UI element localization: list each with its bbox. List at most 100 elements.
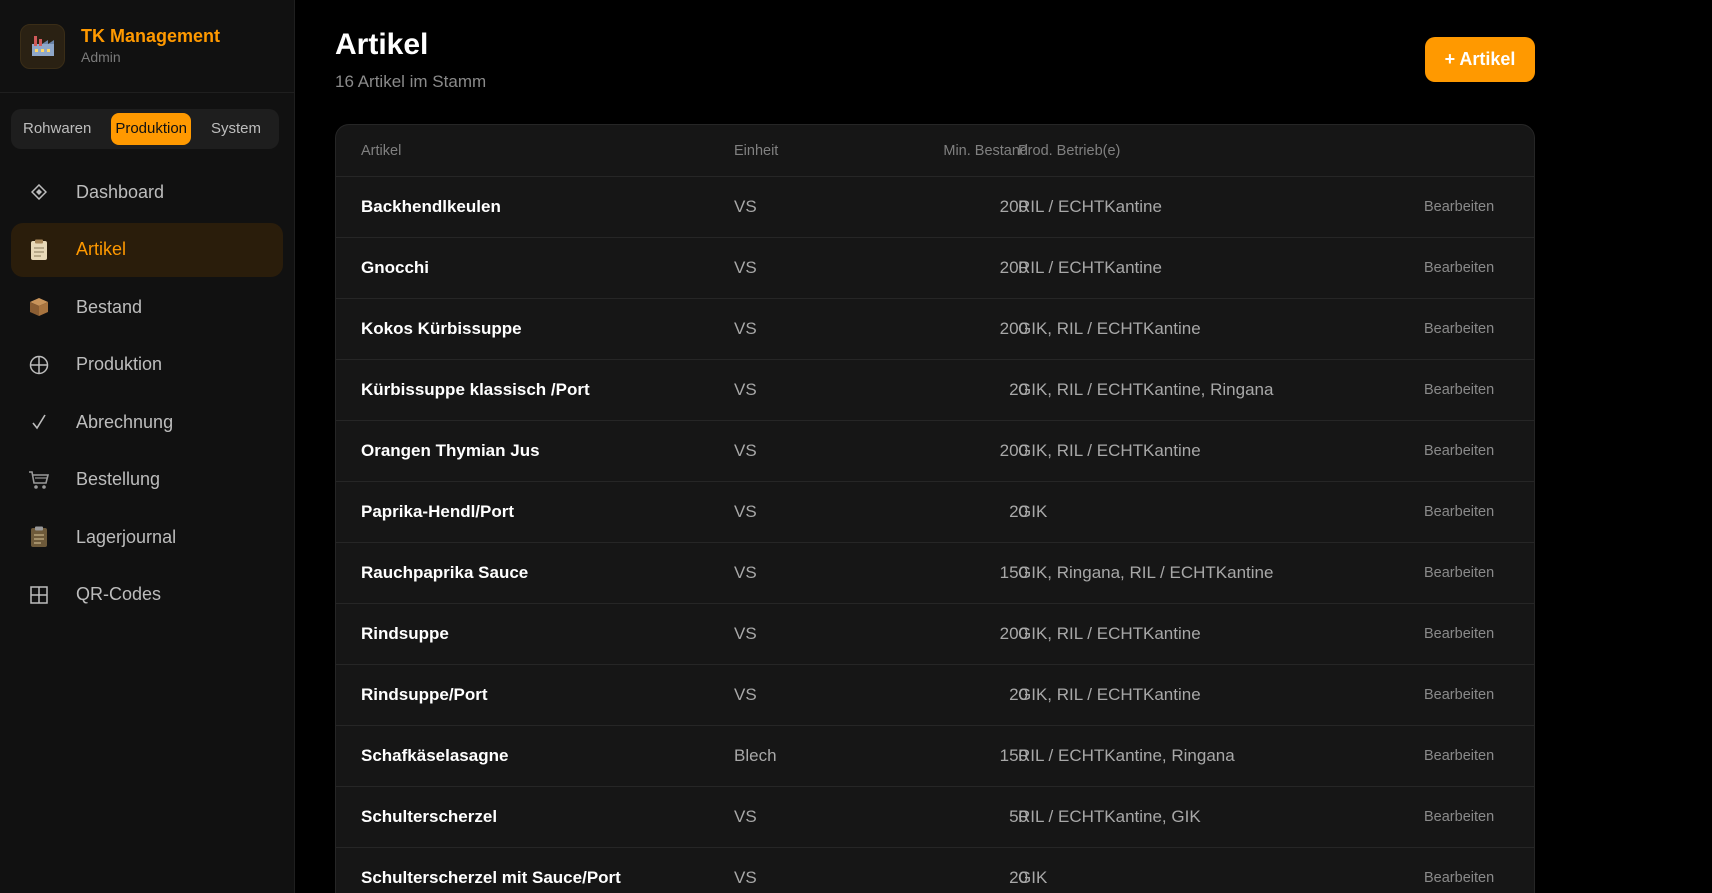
edit-button[interactable]: Bearbeiten [1424, 482, 1494, 542]
column-header-artikel[interactable]: Artikel [361, 125, 401, 176]
sidebar-item-bestellung[interactable]: Bestellung [11, 453, 283, 507]
cell-prod-betrieb: RIL / ECHTKantine, GIK [1018, 807, 1201, 826]
sidebar-item-label: Lagerjournal [76, 526, 177, 547]
cell-min-bestand: 200 [999, 319, 1028, 338]
diamond-icon [27, 180, 51, 204]
grid-icon [27, 583, 51, 607]
cell-einheit: VS [734, 624, 757, 643]
sidebar-item-abrechnung[interactable]: Abrechnung [11, 395, 283, 449]
edit-button[interactable]: Bearbeiten [1424, 726, 1494, 786]
cell-prod-betrieb: GIK, RIL / ECHTKantine [1018, 685, 1201, 704]
edit-button[interactable]: Bearbeiten [1424, 238, 1494, 298]
globe-icon [27, 353, 51, 377]
cell-min-bestand: 20 [1009, 868, 1028, 887]
page-subtitle: 16 Artikel im Stamm [335, 72, 487, 91]
cell-artikel: Rauchpaprika Sauce [361, 563, 529, 582]
sidebar-item-artikel[interactable]: Artikel [11, 222, 283, 277]
cell-artikel: Schafkäselasagne [361, 746, 509, 765]
brand-subtitle: Admin [81, 49, 121, 65]
factory-icon [20, 23, 65, 69]
cell-artikel: Rindsuppe/Port [361, 685, 488, 704]
edit-button[interactable]: Bearbeiten [1424, 360, 1494, 420]
table-row: Kokos Kürbissuppe VS 200 GIK, RIL / ECHTKan… [336, 299, 1534, 360]
edit-button[interactable]: Bearbeiten [1424, 665, 1494, 725]
table-row: Schulterscherzel mit Sauce/Port VS 20 GIK Be… [336, 848, 1534, 893]
cell-min-bestand: 20 [1009, 380, 1028, 399]
edit-button[interactable]: Bearbeiten [1424, 787, 1494, 847]
cell-artikel: Rindsuppe [361, 624, 449, 643]
cell-artikel: Backhendlkeulen [361, 197, 501, 216]
table-row: Paprika-Hendl/Port VS 20 GIK Bearbeiten [336, 482, 1534, 543]
cell-prod-betrieb: GIK, RIL / ECHTKantine [1018, 624, 1201, 643]
cell-einheit: VS [734, 563, 757, 582]
column-header-prod-betrieb[interactable]: Prod. Betrieb(e) [1018, 125, 1120, 176]
sidebar-item-produktion[interactable]: Produktion [11, 338, 283, 392]
sidebar-item-label: Produktion [76, 354, 163, 374]
cell-prod-betrieb: GIK, RIL / ECHTKantine [1018, 319, 1201, 338]
cell-artikel: Schulterscherzel mit Sauce/Port [361, 868, 621, 887]
sidebar-item-dashboard[interactable]: Dashboard [11, 165, 283, 219]
cell-prod-betrieb: GIK, RIL / ECHTKantine, Ringana [1018, 380, 1274, 399]
brand: TK Management Admin [0, 0, 294, 93]
clipboard-icon [27, 238, 51, 262]
cell-min-bestand: 20 [1009, 685, 1028, 704]
edit-button[interactable]: Bearbeiten [1424, 848, 1494, 893]
cell-min-bestand: 50 [1009, 807, 1028, 826]
cell-min-bestand: 20 [1009, 502, 1028, 521]
cell-einheit: VS [734, 258, 757, 277]
switch-system[interactable]: System [207, 113, 273, 145]
edit-button[interactable]: Bearbeiten [1424, 604, 1494, 664]
table-row: Orangen Thymian Jus VS 200 GIK, RIL / ECHTK… [336, 421, 1534, 482]
table-row: Gnocchi VS 200 RIL / ECHTKantine Bearbeiten [336, 238, 1534, 299]
edit-button[interactable]: Bearbeiten [1424, 421, 1494, 481]
table-header: Artikel Einheit Min. Bestand Prod. Betri… [336, 125, 1534, 177]
table-row: Rindsuppe VS 200 GIK, RIL / ECHTKantine Bear… [336, 604, 1534, 665]
edit-button[interactable]: Bearbeiten [1424, 177, 1494, 237]
cart-icon [27, 468, 51, 492]
table-row: Schulterscherzel VS 50 RIL / ECHTKantine, G… [336, 787, 1534, 848]
cell-einheit: Blech [734, 746, 777, 765]
switch-produktion[interactable]: Produktion [111, 113, 192, 145]
sidebar-item-lagerjournal[interactable]: Lagerjournal [11, 510, 283, 564]
sidebar-item-bestand[interactable]: Bestand [11, 280, 283, 334]
cell-prod-betrieb: RIL / ECHTKantine, Ringana [1018, 746, 1235, 765]
cell-einheit: VS [734, 685, 757, 704]
cell-min-bestand: 200 [999, 441, 1028, 460]
cell-artikel: Orangen Thymian Jus [361, 441, 540, 460]
cell-min-bestand: 150 [999, 563, 1028, 582]
edit-button[interactable]: Bearbeiten [1424, 299, 1494, 359]
sidebar-item-label: Bestellung [76, 469, 161, 489]
cell-prod-betrieb: GIK, Ringana, RIL / ECHTKantine [1018, 563, 1274, 582]
sidebar-item-qr-codes[interactable]: QR-Codes [11, 568, 283, 622]
cell-prod-betrieb: GIK [1018, 502, 1048, 521]
table-body: Backhendlkeulen VS 200 RIL / ECHTKantine Bea… [336, 177, 1534, 893]
sidebar-nav: Dashboard Artikel Bestand Produktion Abr… [0, 165, 294, 622]
cell-prod-betrieb: RIL / ECHTKantine [1018, 258, 1162, 277]
cell-einheit: VS [734, 441, 757, 460]
sidebar-item-label: Dashboard [76, 181, 165, 202]
table-row: Backhendlkeulen VS 200 RIL / ECHTKantine Bea… [336, 177, 1534, 238]
cell-einheit: VS [734, 807, 757, 826]
cell-prod-betrieb: GIK [1018, 868, 1048, 887]
cell-einheit: VS [734, 197, 757, 216]
journal-icon [27, 525, 51, 549]
switch-rohwaren[interactable]: Rohwaren [19, 113, 95, 145]
cell-min-bestand: 200 [999, 197, 1028, 216]
cell-min-bestand: 200 [999, 258, 1028, 277]
column-header-einheit[interactable]: Einheit [734, 125, 778, 176]
cell-prod-betrieb: GIK, RIL / ECHTKantine [1018, 441, 1201, 460]
cell-artikel: Kürbissuppe klassisch /Port [361, 380, 590, 399]
sidebar-item-label: Bestand [76, 296, 143, 317]
cell-einheit: VS [734, 319, 757, 338]
sidebar-item-label: Abrechnung [76, 411, 174, 432]
table-row: Rauchpaprika Sauce VS 150 GIK, Ringana, RIL… [336, 543, 1534, 604]
cell-min-bestand: 150 [999, 746, 1028, 765]
brand-title: TK Management [81, 26, 221, 46]
box-icon [27, 295, 51, 319]
edit-button[interactable]: Bearbeiten [1424, 543, 1494, 603]
cell-prod-betrieb: RIL / ECHTKantine [1018, 197, 1162, 216]
add-artikel-button[interactable]: + Artikel [1425, 37, 1535, 82]
module-switcher: Rohwaren Produktion System [11, 109, 279, 149]
page-title: Artikel [335, 28, 429, 61]
column-header-min-bestand[interactable]: Min. Bestand [896, 125, 1028, 176]
